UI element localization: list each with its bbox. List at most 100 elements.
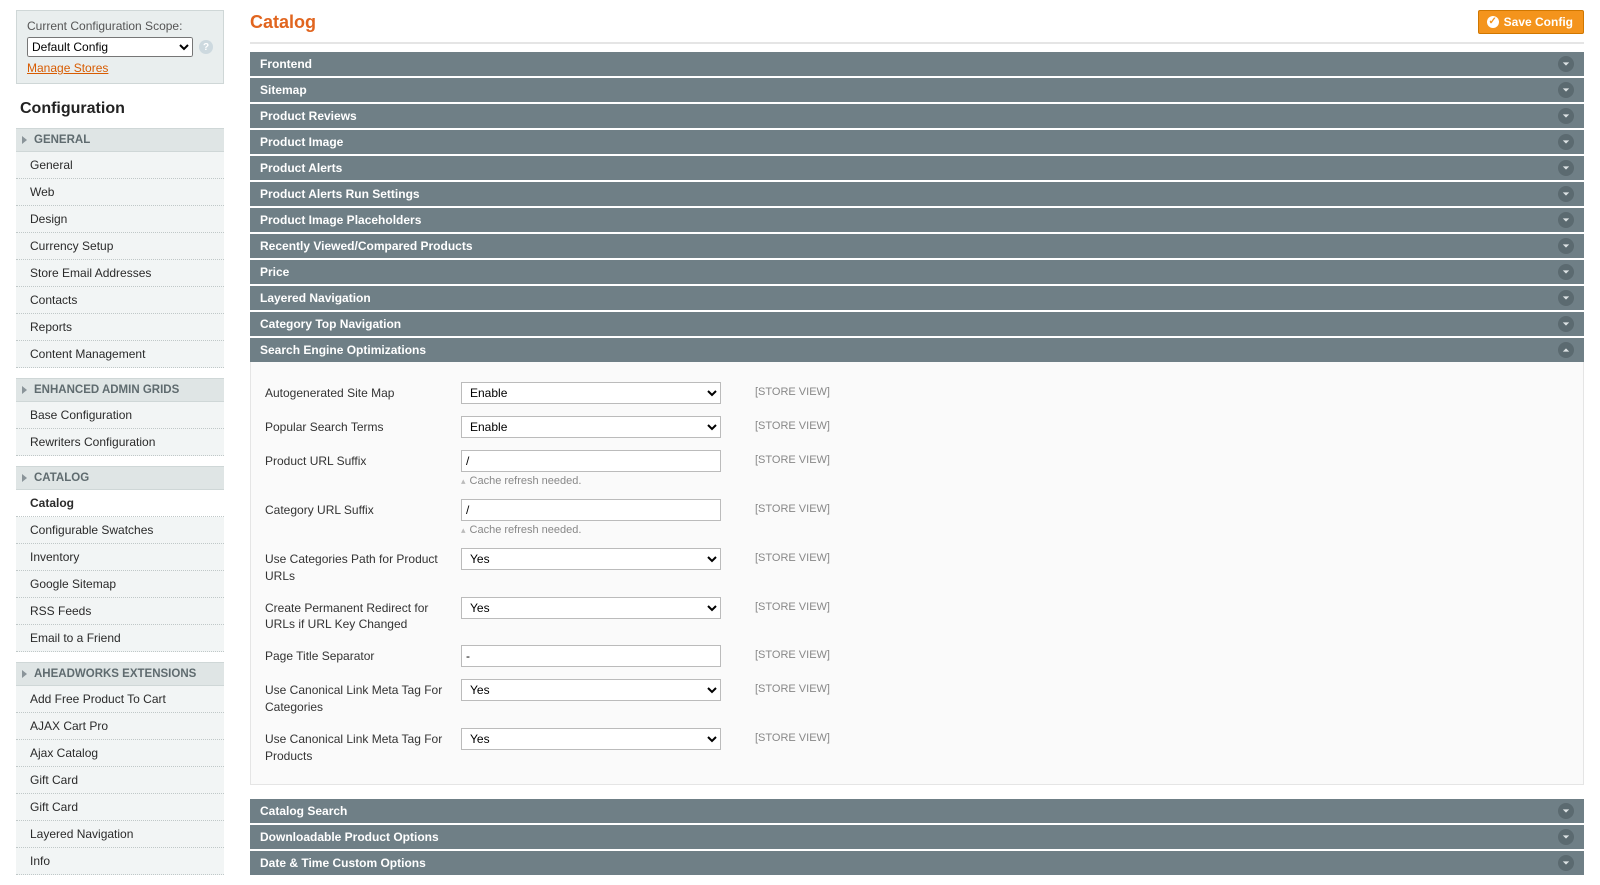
popular-search-select[interactable]: Enable xyxy=(461,416,721,438)
chevron-down-icon xyxy=(1558,160,1574,176)
manage-stores-link[interactable]: Manage Stores xyxy=(27,61,108,75)
nav-item[interactable]: Design xyxy=(16,206,224,233)
scope-text: [STORE VIEW] xyxy=(727,450,907,466)
sidebar: Current Configuration Scope: Default Con… xyxy=(16,10,224,875)
nav-item[interactable]: Configurable Swatches xyxy=(16,517,224,544)
field-canonical-categories: Use Canonical Link Meta Tag For Categori… xyxy=(261,673,1573,722)
accordion-section-label: Search Engine Optimizations xyxy=(260,343,426,357)
scope-text: [STORE VIEW] xyxy=(727,499,907,515)
field-label: Use Canonical Link Meta Tag For Products xyxy=(261,728,461,765)
accordion-section-head[interactable]: Frontend xyxy=(250,52,1584,76)
accordion-section-head[interactable]: Sitemap xyxy=(250,78,1584,102)
accordion-section-head[interactable]: Layered Navigation xyxy=(250,286,1584,310)
cache-note: Cache refresh needed. xyxy=(461,475,727,487)
seo-section-body: Autogenerated Site Map Enable [STORE VIE… xyxy=(250,362,1584,785)
accordion-section-head[interactable]: Product Reviews xyxy=(250,104,1584,128)
accordion-section-label: Recently Viewed/Compared Products xyxy=(260,239,473,253)
category-url-suffix-input[interactable] xyxy=(461,499,721,521)
configuration-title: Configuration xyxy=(16,90,224,128)
accordion-section-label: Layered Navigation xyxy=(260,291,371,305)
nav-group-head[interactable]: ENHANCED ADMIN GRIDS xyxy=(16,378,224,402)
nav-item[interactable]: Web xyxy=(16,179,224,206)
nav-item[interactable]: RSS Feeds xyxy=(16,598,224,625)
page-title: Catalog xyxy=(250,12,316,33)
nav-group-head[interactable]: GENERAL xyxy=(16,128,224,152)
nav-group-head[interactable]: CATALOG xyxy=(16,466,224,490)
accordion-section-label: Sitemap xyxy=(260,83,307,97)
accordion-section-head[interactable]: Recently Viewed/Compared Products xyxy=(250,234,1584,258)
chevron-down-icon xyxy=(1558,803,1574,819)
product-url-suffix-input[interactable] xyxy=(461,450,721,472)
accordion-section-head[interactable]: Product Image Placeholders xyxy=(250,208,1584,232)
accordion-section-head[interactable]: Product Image xyxy=(250,130,1584,154)
nav-item[interactable]: Add Free Product To Cart xyxy=(16,686,224,713)
nav-item[interactable]: Contacts xyxy=(16,287,224,314)
canonical-categories-select[interactable]: Yes xyxy=(461,679,721,701)
accordion-section-head[interactable]: Price xyxy=(250,260,1584,284)
field-canonical-products: Use Canonical Link Meta Tag For Products… xyxy=(261,722,1573,771)
scope-text: [STORE VIEW] xyxy=(727,679,907,695)
autogen-sitemap-select[interactable]: Enable xyxy=(461,382,721,404)
accordion-section-head[interactable]: Date & Time Custom Options xyxy=(250,851,1584,875)
nav-item[interactable]: Google Sitemap xyxy=(16,571,224,598)
accordion-section-head[interactable]: Category Top Navigation xyxy=(250,312,1584,336)
check-icon: ✓ xyxy=(1487,16,1499,28)
chevron-down-icon xyxy=(1558,855,1574,871)
save-config-button[interactable]: ✓ Save Config xyxy=(1478,10,1584,34)
field-label: Product URL Suffix xyxy=(261,450,461,470)
chevron-down-icon xyxy=(1558,212,1574,228)
nav-item[interactable]: Content Management xyxy=(16,341,224,368)
nav-item[interactable]: Ajax Catalog xyxy=(16,740,224,767)
nav-item[interactable]: Info xyxy=(16,848,224,875)
chevron-down-icon xyxy=(1558,108,1574,124)
field-title-separator: Page Title Separator [STORE VIEW] xyxy=(261,639,1573,673)
scope-select[interactable]: Default Config xyxy=(27,37,193,57)
field-category-url-suffix: Category URL Suffix Cache refresh needed… xyxy=(261,493,1573,542)
field-label: Category URL Suffix xyxy=(261,499,461,519)
field-label: Page Title Separator xyxy=(261,645,461,665)
chevron-down-icon xyxy=(1558,264,1574,280)
nav-item[interactable]: Store Email Addresses xyxy=(16,260,224,287)
chevron-up-icon xyxy=(1558,342,1574,358)
nav-item[interactable]: General xyxy=(16,152,224,179)
nav-item[interactable]: Currency Setup xyxy=(16,233,224,260)
accordion-section-label: Product Alerts Run Settings xyxy=(260,187,420,201)
nav-item[interactable]: Base Configuration xyxy=(16,402,224,429)
accordion-section-label: Date & Time Custom Options xyxy=(260,856,426,870)
accordion-section-label: Product Image xyxy=(260,135,343,149)
accordion-section-label: Category Top Navigation xyxy=(260,317,401,331)
nav-item[interactable]: AJAX Cart Pro xyxy=(16,713,224,740)
accordion-section-head[interactable]: Product Alerts xyxy=(250,156,1584,180)
canonical-products-select[interactable]: Yes xyxy=(461,728,721,750)
nav-group-head[interactable]: AHEADWORKS EXTENSIONS xyxy=(16,662,224,686)
accordion-section-head[interactable]: Catalog Search xyxy=(250,799,1584,823)
use-categories-path-select[interactable]: Yes xyxy=(461,548,721,570)
save-config-label: Save Config xyxy=(1504,15,1573,29)
scope-text: [STORE VIEW] xyxy=(727,728,907,744)
permanent-redirect-select[interactable]: Yes xyxy=(461,597,721,619)
scope-text: [STORE VIEW] xyxy=(727,548,907,564)
scope-label: Current Configuration Scope: xyxy=(27,19,213,33)
accordion-section-head[interactable]: Product Alerts Run Settings xyxy=(250,182,1584,206)
accordion-section-head[interactable]: Downloadable Product Options xyxy=(250,825,1584,849)
field-label: Use Canonical Link Meta Tag For Categori… xyxy=(261,679,461,716)
nav-item[interactable]: Rewriters Configuration xyxy=(16,429,224,456)
scope-text: [STORE VIEW] xyxy=(727,645,907,661)
field-label: Autogenerated Site Map xyxy=(261,382,461,402)
accordion-section-label: Product Alerts xyxy=(260,161,342,175)
title-separator-input[interactable] xyxy=(461,645,721,667)
chevron-down-icon xyxy=(1558,82,1574,98)
help-icon[interactable]: ? xyxy=(199,40,213,54)
nav-item[interactable]: Layered Navigation xyxy=(16,821,224,848)
nav-item[interactable]: Inventory xyxy=(16,544,224,571)
nav-item[interactable]: Reports xyxy=(16,314,224,341)
nav-item[interactable]: Email to a Friend xyxy=(16,625,224,652)
field-popular-search: Popular Search Terms Enable [STORE VIEW] xyxy=(261,410,1573,444)
field-label: Use Categories Path for Product URLs xyxy=(261,548,461,585)
accordion-section-head[interactable]: Search Engine Optimizations xyxy=(250,338,1584,362)
field-label: Popular Search Terms xyxy=(261,416,461,436)
nav-item[interactable]: Catalog xyxy=(16,490,224,517)
accordion-section-label: Catalog Search xyxy=(260,804,347,818)
nav-item[interactable]: Gift Card xyxy=(16,767,224,794)
nav-item[interactable]: Gift Card xyxy=(16,794,224,821)
